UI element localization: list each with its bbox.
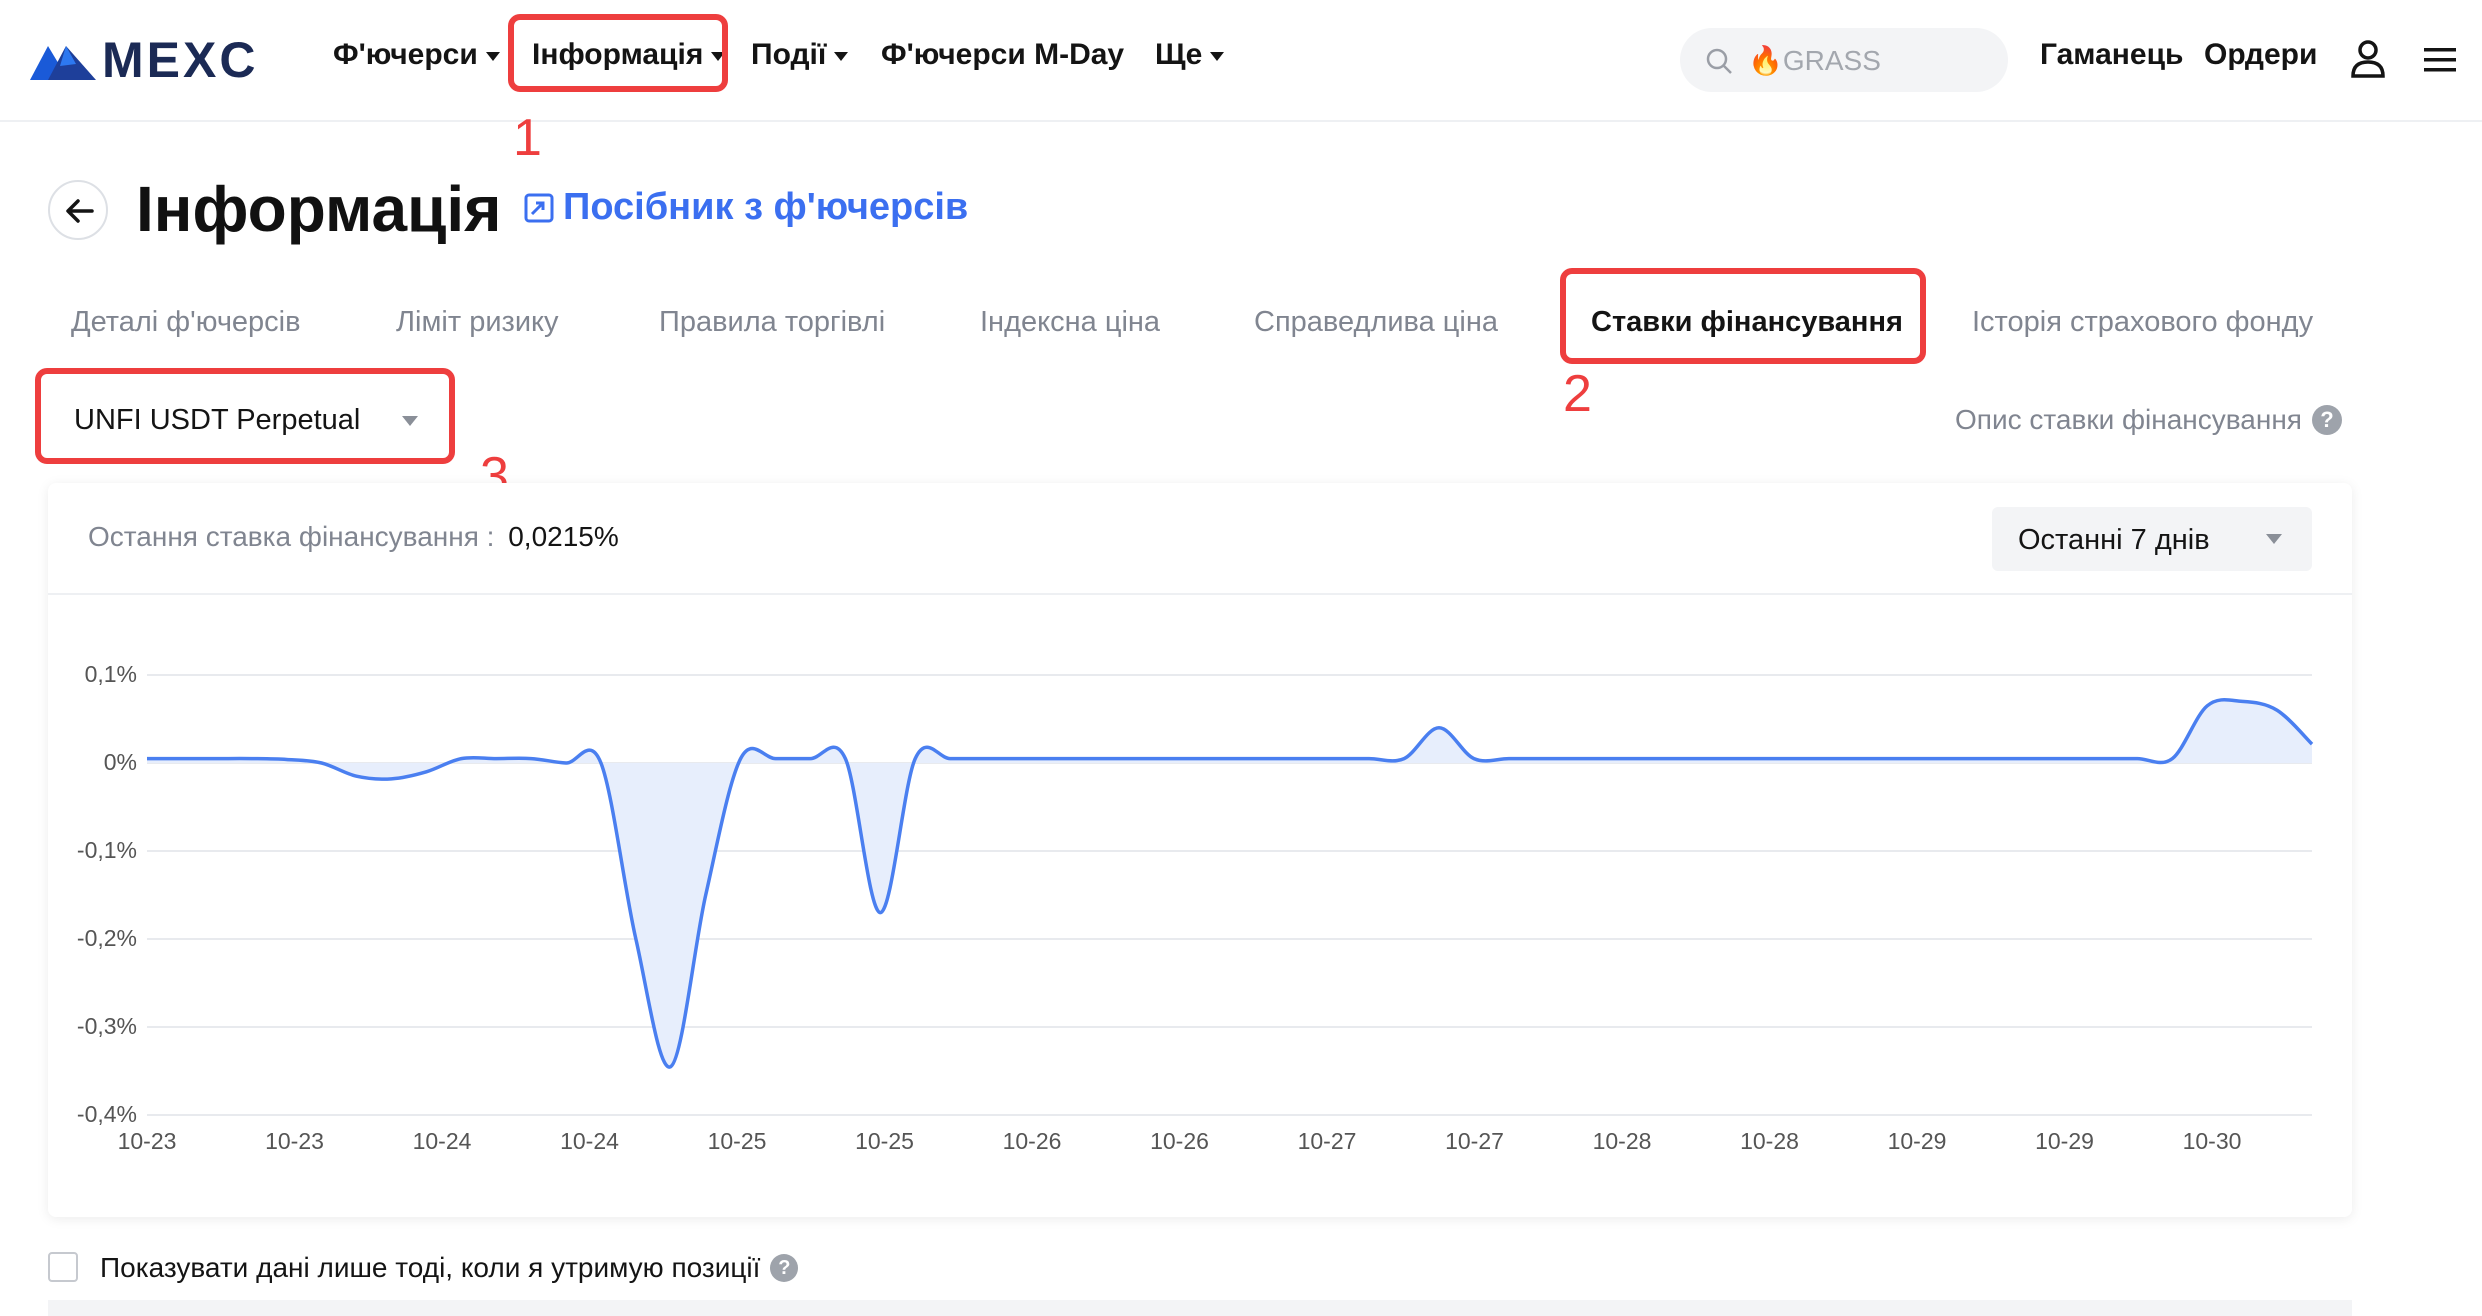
- x-tick-label: 10-29: [1887, 1128, 1947, 1154]
- x-tick-label: 10-28: [1592, 1128, 1652, 1154]
- x-tick-label: 10-27: [1445, 1128, 1504, 1154]
- x-tick-label: 10-24: [412, 1128, 472, 1154]
- table-header-strip: [48, 1300, 2352, 1316]
- x-tick-label: 10-23: [117, 1128, 177, 1154]
- y-tick-label: -0,3%: [76, 1013, 137, 1039]
- x-tick-label: 10-26: [1150, 1128, 1209, 1154]
- x-tick-label: 10-27: [1297, 1128, 1357, 1154]
- show-only-positions-label: Показувати дані лише тоді, коли я утриму…: [100, 1252, 761, 1283]
- show-only-positions-row: Показувати дані лише тоді, коли я утриму…: [100, 1252, 799, 1284]
- x-tick-label: 10-25: [855, 1128, 914, 1154]
- funding-rate-line: [147, 698, 2314, 1069]
- y-tick-label: -0,2%: [76, 925, 137, 951]
- y-tick-label: 0%: [103, 749, 137, 775]
- x-tick-label: 10-25: [707, 1128, 767, 1154]
- x-tick-label: 10-23: [265, 1128, 324, 1154]
- y-tick-label: -0,4%: [76, 1101, 137, 1127]
- x-tick-label: 10-26: [1002, 1128, 1062, 1154]
- x-tick-label: 10-24: [560, 1128, 619, 1154]
- funding-rate-area: [147, 699, 2312, 1068]
- x-tick-label: 10-28: [1740, 1128, 1799, 1154]
- x-tick-label: 10-29: [2035, 1128, 2094, 1154]
- help-icon: ?: [770, 1254, 799, 1282]
- funding-rate-chart: [147, 674, 2314, 1116]
- y-tick-label: 0,1%: [84, 661, 137, 687]
- x-tick-label: 10-30: [2182, 1128, 2242, 1154]
- y-tick-label: -0,1%: [76, 837, 137, 863]
- show-only-positions-checkbox[interactable]: [48, 1252, 78, 1282]
